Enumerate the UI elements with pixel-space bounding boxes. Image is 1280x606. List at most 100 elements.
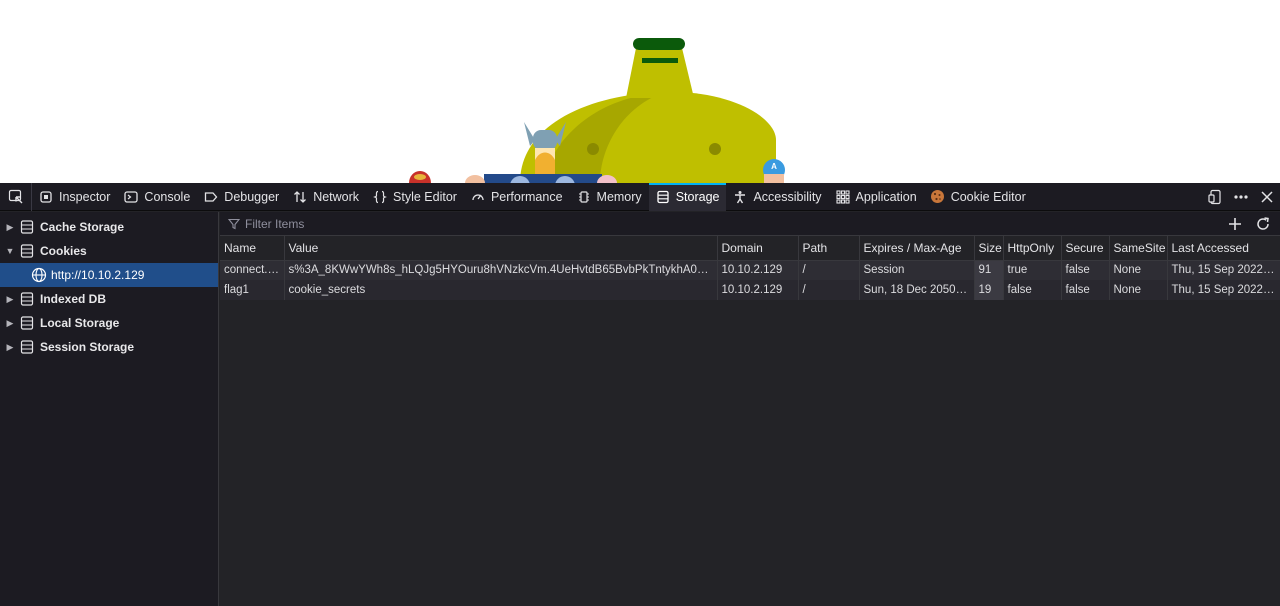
table-cell[interactable]: connect.sid	[220, 260, 285, 280]
table-cell[interactable]: /	[798, 280, 860, 300]
sidebar-item-session-storage[interactable]: ▶ Session Storage	[0, 335, 218, 359]
table-cell[interactable]: 91	[974, 260, 1004, 280]
tab-network[interactable]: Network	[286, 183, 366, 211]
tab-label: Inspector	[59, 189, 111, 204]
svg-text:A: A	[771, 162, 777, 171]
table-cell[interactable]: None	[1109, 260, 1168, 280]
column-header[interactable]: Value	[284, 236, 718, 261]
close-devtools-button[interactable]	[1254, 183, 1280, 211]
table-cell[interactable]: s%3A_8KWwYWh8s_hLQJg5HYOuru8hVNzkcVm.4Ue…	[284, 260, 718, 280]
table-header-row: Name Value Domain Path Expires / Max-Age…	[220, 236, 1280, 261]
more-icon	[1234, 195, 1248, 199]
sidebar-item-cache-storage[interactable]: ▶ Cache Storage	[0, 215, 218, 239]
cookie-table: Name Value Domain Path Expires / Max-Age…	[220, 236, 1280, 300]
tab-label: Cookie Editor	[950, 189, 1026, 204]
storage-icon	[20, 316, 34, 330]
sidebar-item-cookie-host[interactable]: http://10.10.2.129	[0, 263, 218, 287]
memory-icon	[576, 189, 592, 205]
sidebar-item-label: Cookies	[40, 244, 87, 258]
table-cell[interactable]: 10.10.2.129	[717, 260, 799, 280]
tab-accessibility[interactable]: Accessibility	[726, 183, 828, 211]
column-header[interactable]: Secure	[1061, 236, 1110, 261]
table-cell[interactable]: 10.10.2.129	[717, 280, 799, 300]
dock-options-button[interactable]	[1202, 183, 1228, 211]
performance-icon	[470, 189, 486, 205]
table-cell[interactable]: true	[1003, 260, 1062, 280]
expand-arrow-icon[interactable]: ▶	[3, 287, 17, 311]
column-header[interactable]: Size	[974, 236, 1004, 261]
page-illustration: A	[409, 38, 785, 183]
table-cell[interactable]: /	[798, 260, 860, 280]
table-cell[interactable]: cookie_secrets	[284, 280, 718, 300]
more-options-button[interactable]	[1228, 183, 1254, 211]
tab-debugger[interactable]: Debugger	[197, 183, 286, 211]
tab-label: Storage	[675, 189, 720, 204]
table-cell[interactable]: Sun, 18 Dec 2050 1...	[859, 280, 975, 300]
column-header[interactable]: Path	[798, 236, 860, 261]
table-row[interactable]: flag1 cookie_secrets 10.10.2.129 / Sun, …	[220, 280, 1280, 300]
table-cell[interactable]: None	[1109, 280, 1168, 300]
application-icon	[835, 189, 851, 205]
filter-bar	[220, 212, 1280, 236]
tab-style-editor[interactable]: Style Editor	[366, 183, 464, 211]
sidebar-item-label: Indexed DB	[40, 292, 107, 306]
tab-application[interactable]: Application	[829, 183, 924, 211]
tab-storage[interactable]: Storage	[648, 182, 727, 211]
column-header[interactable]: Last Accessed	[1167, 236, 1280, 261]
table-row[interactable]: connect.sid s%3A_8KWwYWh8s_hLQJg5HYOuru8…	[220, 260, 1280, 280]
storage-icon	[20, 340, 34, 354]
collapse-arrow-icon[interactable]: ▼	[3, 239, 17, 263]
table-cell[interactable]: false	[1061, 280, 1110, 300]
tab-label: Network	[313, 189, 360, 204]
network-icon	[292, 189, 308, 205]
tab-cookie-editor[interactable]: Cookie Editor	[924, 183, 1033, 211]
storage-icon	[20, 244, 34, 258]
storage-icon	[20, 220, 34, 234]
add-item-button[interactable]	[1221, 212, 1249, 236]
element-picker-button[interactable]	[0, 182, 32, 211]
sidebar-item-local-storage[interactable]: ▶ Local Storage	[0, 311, 218, 335]
plus-icon	[1229, 218, 1241, 230]
devtools-toolbar: Inspector Console Debugger Network Style…	[0, 182, 1280, 211]
column-header[interactable]: HttpOnly	[1003, 236, 1062, 261]
table-cell[interactable]: false	[1003, 280, 1062, 300]
tab-console[interactable]: Console	[117, 183, 197, 211]
column-header[interactable]: Domain	[717, 236, 799, 261]
column-header[interactable]: Expires / Max-Age	[859, 236, 975, 261]
refresh-button[interactable]	[1249, 212, 1277, 236]
table-cell[interactable]: 19	[974, 280, 1004, 300]
sidebar-item-label: Session Storage	[40, 340, 135, 354]
column-header[interactable]: SameSite	[1109, 236, 1168, 261]
sidebar-item-label: Cache Storage	[40, 220, 125, 234]
tab-label: Application	[855, 189, 917, 204]
refresh-icon	[1257, 217, 1269, 230]
filter-icon	[228, 218, 244, 230]
table-cell[interactable]: false	[1061, 260, 1110, 280]
storage-icon	[655, 189, 671, 205]
tab-label: Performance	[490, 189, 563, 204]
table-cell[interactable]: Session	[859, 260, 975, 280]
storage-sidebar: ▶ Cache Storage ▼ Cookies http://10.10.2…	[0, 212, 219, 606]
expand-arrow-icon[interactable]: ▶	[3, 335, 17, 359]
console-icon	[123, 189, 139, 205]
tab-performance[interactable]: Performance	[464, 183, 570, 211]
tab-memory[interactable]: Memory	[570, 183, 649, 211]
expand-arrow-icon[interactable]: ▶	[3, 215, 17, 239]
filter-input[interactable]	[245, 216, 1185, 231]
table-cell[interactable]: Thu, 15 Sep 2022 11...	[1167, 260, 1280, 280]
table-cell[interactable]: flag1	[220, 280, 285, 300]
style-editor-icon	[372, 189, 388, 205]
sidebar-item-indexed-db[interactable]: ▶ Indexed DB	[0, 287, 218, 311]
sidebar-item-label: Local Storage	[40, 316, 120, 330]
devtools-panel: Inspector Console Debugger Network Style…	[0, 182, 1280, 606]
column-header[interactable]: Name	[220, 236, 285, 261]
tab-label: Debugger	[224, 189, 280, 204]
globe-icon	[31, 267, 47, 283]
tab-label: Style Editor	[393, 189, 457, 204]
sidebar-item-cookies[interactable]: ▼ Cookies	[0, 239, 218, 263]
cookie-icon	[930, 189, 946, 205]
expand-arrow-icon[interactable]: ▶	[3, 311, 17, 335]
table-cell[interactable]: Thu, 15 Sep 2022 11...	[1167, 280, 1280, 300]
tab-inspector[interactable]: Inspector	[32, 183, 117, 211]
inspector-icon	[38, 189, 54, 205]
